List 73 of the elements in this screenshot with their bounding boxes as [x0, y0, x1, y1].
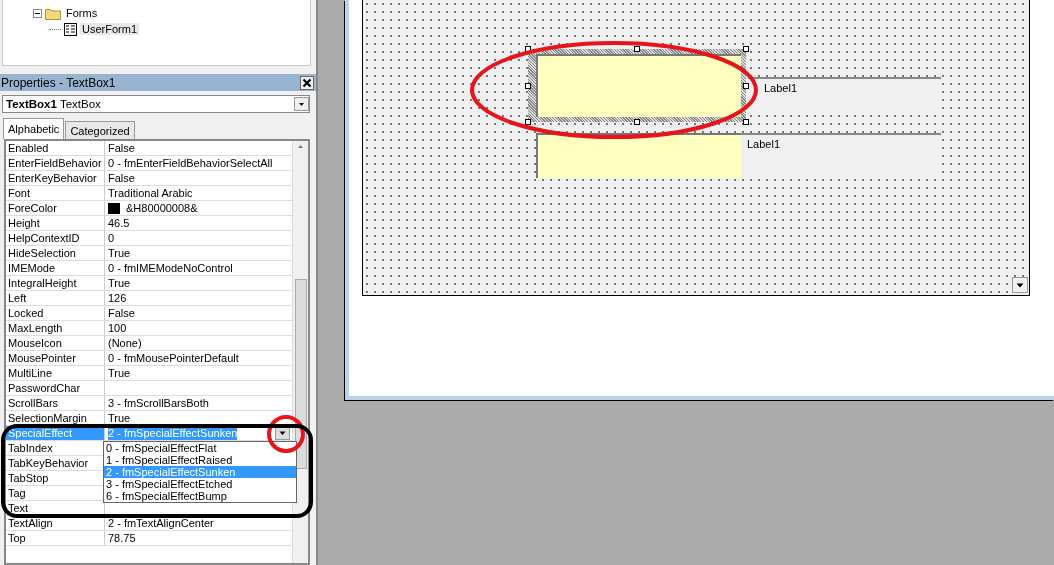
property-name[interactable]: SelectionMargin [6, 411, 105, 425]
property-name[interactable]: ScrollBars [6, 396, 105, 410]
property-name[interactable]: Enabled [6, 141, 105, 155]
tab[interactable]: Categorized [65, 121, 135, 139]
property-name[interactable]: Font [6, 186, 105, 200]
property-name[interactable]: Top [6, 531, 105, 545]
property-value[interactable]: &H80000008& [126, 201, 198, 215]
property-name[interactable]: EnterKeyBehavior [6, 171, 105, 185]
resize-handle[interactable] [743, 119, 749, 125]
object-dropdown[interactable]: TextBox1 TextBox [2, 95, 310, 113]
resize-handle[interactable] [634, 46, 640, 52]
dropdown-option[interactable]: 1 - fmSpecialEffectRaised [104, 454, 296, 466]
property-value[interactable]: Traditional Arabic [108, 186, 193, 200]
property-value[interactable]: 0 - fmIMEModeNoControl [108, 261, 233, 275]
property-value[interactable]: False [108, 306, 135, 320]
property-name[interactable]: HelpContextID [6, 231, 105, 245]
dropdown-option[interactable]: 6 - fmSpecialEffectBump [104, 490, 296, 502]
form-icon [64, 22, 77, 36]
property-name[interactable]: Text [6, 501, 105, 515]
selection-frame[interactable] [528, 49, 746, 122]
property-value[interactable]: 3 - fmScrollBarsBoth [108, 396, 209, 410]
dropdown-option[interactable]: 3 - fmSpecialEffectEtched [104, 478, 296, 490]
property-name[interactable]: IMEMode [6, 261, 105, 275]
property-value[interactable]: (None) [108, 336, 142, 350]
property-name[interactable]: EnterFieldBehavior [6, 156, 105, 170]
property-value[interactable]: 46.5 [108, 216, 130, 230]
property-name[interactable]: TabStop [6, 471, 105, 485]
property-name[interactable]: IntegralHeight [6, 276, 105, 290]
resize-handle[interactable] [525, 82, 531, 89]
property-name[interactable]: ForeColor [6, 201, 105, 215]
property-name[interactable]: Tag [6, 486, 105, 500]
property-name[interactable]: PasswordChar [6, 381, 105, 395]
property-name[interactable]: TextAlign [6, 516, 105, 530]
property-name[interactable]: TabKeyBehavior [6, 456, 105, 470]
property-name[interactable]: MultiLine [6, 366, 105, 380]
property-value[interactable]: 0 - fmEnterFieldBehaviorSelectAll [108, 156, 273, 170]
scrollbar[interactable] [292, 141, 308, 563]
resize-handle[interactable] [525, 46, 531, 52]
resize-handle[interactable] [743, 46, 749, 52]
textbox-control[interactable] [536, 54, 741, 117]
tab[interactable]: Alphabetic [3, 118, 65, 139]
property-value[interactable]: 100 [108, 321, 127, 335]
panel-title: Properties - TextBox1 [1, 75, 116, 90]
property-name[interactable]: TabIndex [6, 441, 105, 455]
textbox-control[interactable] [536, 133, 741, 178]
tree-item[interactable]: Forms [64, 7, 100, 19]
property-name[interactable]: Left [6, 291, 105, 305]
property-value[interactable]: True [108, 411, 131, 425]
property-name[interactable]: MouseIcon [6, 336, 105, 350]
property-value[interactable]: 2 - fmTextAlignCenter [108, 516, 214, 530]
property-value[interactable]: 126 [108, 291, 127, 305]
property-value[interactable]: False [108, 171, 135, 185]
property-name[interactable]: Locked [6, 306, 105, 320]
collapse-icon[interactable] [33, 8, 42, 18]
folder-icon [45, 6, 61, 20]
property-value[interactable]: False [108, 141, 135, 155]
property-name[interactable]: HideSelection [6, 246, 105, 260]
property-value[interactable]: True [108, 246, 131, 260]
property-value[interactable]: 78.75 [108, 531, 136, 545]
resize-handle[interactable] [634, 119, 640, 125]
resize-handle[interactable] [743, 82, 749, 89]
property-value[interactable]: True [108, 276, 131, 290]
property-name[interactable]: MousePointer [6, 351, 105, 365]
property-name[interactable]: Height [6, 216, 105, 230]
close-icon[interactable] [300, 75, 314, 90]
tree-item[interactable]: UserForm1 [80, 23, 139, 35]
scroll-down-icon[interactable] [1012, 277, 1028, 293]
property-value[interactable]: 0 - fmMousePointerDefault [108, 351, 239, 365]
property-value[interactable]: True [108, 366, 131, 380]
property-name[interactable]: MaxLength [6, 321, 105, 335]
property-value[interactable]: 0 [108, 231, 115, 245]
dropdown-option[interactable]: 0 - fmSpecialEffectFlat [104, 442, 296, 454]
resize-handle[interactable] [525, 119, 531, 125]
